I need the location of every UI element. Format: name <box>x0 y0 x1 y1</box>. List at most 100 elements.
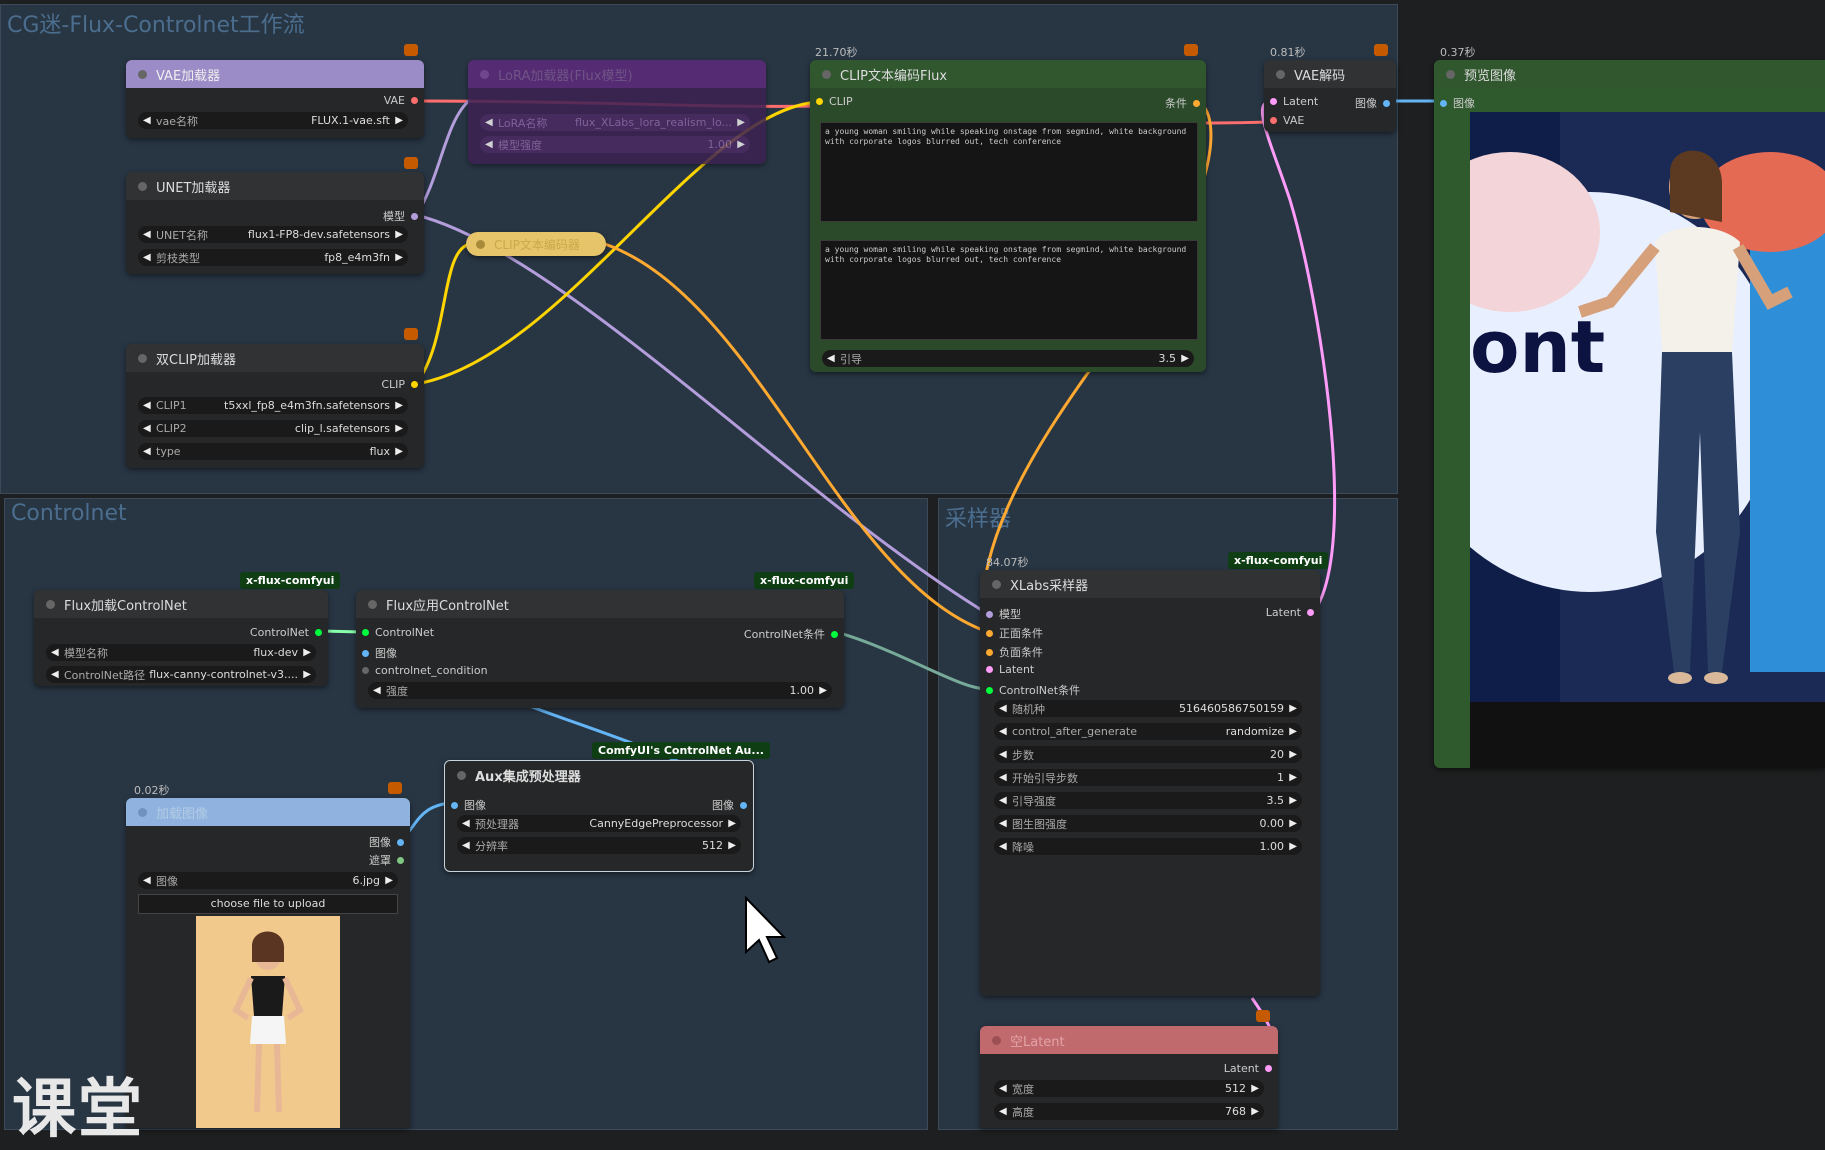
port-dot-icon[interactable] <box>831 630 838 638</box>
widget-unet-name[interactable]: ◀ UNET名称 flux1-FP8-dev.safetensors ▶ <box>138 226 408 243</box>
widget-clip2[interactable]: ◀ CLIP2 clip_l.safetensors ▶ <box>138 420 408 437</box>
port-dot-icon[interactable] <box>397 838 404 846</box>
vae-decode-header[interactable]: VAE解码 <box>1264 60 1396 88</box>
output-port-image[interactable]: 图像 <box>1355 95 1390 111</box>
output-port-vae[interactable]: VAE <box>384 94 418 107</box>
widget-width[interactable]: ◀ 宽度 512 ▶ <box>994 1080 1264 1097</box>
arrow-right-icon[interactable]: ▶ <box>385 875 393 886</box>
collapse-dot-icon[interactable] <box>457 770 466 780</box>
flux-apply-cn-header[interactable]: Flux应用ControlNet <box>356 590 844 618</box>
collapse-dot-icon[interactable] <box>368 599 377 609</box>
lora-loader-header[interactable]: LoRA加载器(Flux模型) <box>468 60 766 88</box>
empty-latent-node[interactable]: 空Latent Latent ◀ 宽度 512 ▶ ◀ 高度 768 ▶ <box>980 1026 1278 1128</box>
unet-loader-node[interactable]: UNET加载器 模型 ◀ UNET名称 flux1-FP8-dev.safetens… <box>126 172 424 274</box>
clip-text-encoder-collapsed[interactable]: CLIP文本编码器 <box>466 232 606 256</box>
arrow-left-icon[interactable]: ◀ <box>999 1083 1007 1094</box>
arrow-left-icon[interactable]: ◀ <box>485 139 493 150</box>
widget-model-name[interactable]: ◀ 模型名称 flux-dev ▶ <box>46 644 316 661</box>
vae-loader-header[interactable]: VAE加载器 <box>126 60 424 88</box>
output-port-mask[interactable]: 遮罩 <box>369 852 404 868</box>
input-port-positive[interactable]: 正面条件 <box>986 625 1043 641</box>
arrow-left-icon[interactable]: ◀ <box>999 772 1007 783</box>
arrow-left-icon[interactable]: ◀ <box>999 703 1007 714</box>
clip-text-flux-header[interactable]: CLIP文本编码Flux <box>810 60 1206 88</box>
widget-timestep-to-start-cfg[interactable]: ◀ 开始引导步数 1 ▶ <box>994 769 1302 786</box>
unet-loader-header[interactable]: UNET加载器 <box>126 172 424 200</box>
input-port-model[interactable]: 模型 <box>986 606 1021 622</box>
load-image-header[interactable]: 加载图像 <box>126 798 410 826</box>
port-dot-icon[interactable] <box>986 666 993 673</box>
arrow-right-icon[interactable]: ▶ <box>737 117 745 128</box>
collapse-dot-icon[interactable] <box>138 353 147 363</box>
xlabs-sampler-header[interactable]: XLabs采样器 <box>980 570 1320 598</box>
input-port-negative[interactable]: 负面条件 <box>986 644 1043 660</box>
arrow-right-icon[interactable]: ▶ <box>395 423 403 434</box>
input-port-image[interactable]: 图像 <box>451 797 486 813</box>
output-port-image[interactable]: 图像 <box>369 834 404 850</box>
arrow-right-icon[interactable]: ▶ <box>395 446 403 457</box>
arrow-left-icon[interactable]: ◀ <box>462 840 470 851</box>
port-dot-icon[interactable] <box>411 381 418 388</box>
flux-load-cn-header[interactable]: Flux加载ControlNet <box>34 590 328 618</box>
aux-header[interactable]: Aux集成预处理器 <box>445 761 753 789</box>
output-port-controlnet-cond[interactable]: ControlNet条件 <box>744 626 838 642</box>
port-dot-icon[interactable] <box>986 686 993 694</box>
port-dot-icon[interactable] <box>362 667 369 674</box>
port-dot-icon[interactable] <box>397 856 404 864</box>
arrow-right-icon[interactable]: ▶ <box>1289 703 1297 714</box>
arrow-left-icon[interactable]: ◀ <box>999 795 1007 806</box>
port-dot-icon[interactable] <box>816 98 823 105</box>
widget-guidance[interactable]: ◀ 引导 3.5 ▶ <box>822 350 1194 367</box>
port-dot-icon[interactable] <box>986 648 993 656</box>
widget-image-to-image-strength[interactable]: ◀ 图生图强度 0.00 ▶ <box>994 815 1302 832</box>
dual-clip-header[interactable]: 双CLIP加载器 <box>126 344 424 372</box>
widget-denoise[interactable]: ◀ 降噪 1.00 ▶ <box>994 838 1302 855</box>
port-dot-icon[interactable] <box>1383 99 1390 107</box>
input-port-clip[interactable]: CLIP <box>816 95 853 108</box>
loaded-image-thumbnail[interactable] <box>196 916 340 1128</box>
vae-decode-node[interactable]: VAE解码 Latent VAE 图像 <box>1264 60 1396 132</box>
port-dot-icon[interactable] <box>362 629 369 636</box>
arrow-left-icon[interactable]: ◀ <box>51 669 59 680</box>
arrow-left-icon[interactable]: ◀ <box>999 841 1007 852</box>
arrow-right-icon[interactable]: ▶ <box>1181 353 1189 364</box>
xlabs-sampler-node[interactable]: XLabs采样器 模型 正面条件 负面条件 Latent ControlNet条… <box>980 570 1320 996</box>
port-dot-icon[interactable] <box>411 212 418 220</box>
aux-preprocessor-node[interactable]: Aux集成预处理器 图像 图像 ◀ 预处理器 CannyEdgePreprocess… <box>444 760 754 872</box>
port-dot-icon[interactable] <box>986 629 993 637</box>
port-dot-icon[interactable] <box>1440 99 1447 107</box>
collapse-dot-icon[interactable] <box>992 579 1001 589</box>
port-dot-icon[interactable] <box>1307 609 1314 616</box>
collapse-dot-icon[interactable] <box>992 1035 1001 1045</box>
arrow-left-icon[interactable]: ◀ <box>999 818 1007 829</box>
arrow-left-icon[interactable]: ◀ <box>462 818 470 829</box>
collapse-dot-icon[interactable] <box>138 181 147 191</box>
arrow-left-icon[interactable]: ◀ <box>143 875 151 886</box>
widget-control-after-generate[interactable]: ◀ control_after_generate randomize ▶ <box>994 723 1302 740</box>
output-port-latent[interactable]: Latent <box>1266 606 1314 619</box>
port-dot-icon[interactable] <box>1265 1065 1272 1072</box>
arrow-left-icon[interactable]: ◀ <box>373 685 381 696</box>
arrow-right-icon[interactable]: ▶ <box>395 400 403 411</box>
arrow-right-icon[interactable]: ▶ <box>728 818 736 829</box>
load-image-node[interactable]: 加载图像 图像 遮罩 ◀ 图像 6.jpg ▶ choose file to uplo… <box>126 798 410 1128</box>
output-port-model[interactable]: 模型 <box>383 208 418 224</box>
arrow-right-icon[interactable]: ▶ <box>1289 772 1297 783</box>
arrow-right-icon[interactable]: ▶ <box>303 647 311 658</box>
arrow-right-icon[interactable]: ▶ <box>395 229 403 240</box>
arrow-left-icon[interactable]: ◀ <box>143 400 151 411</box>
collapse-dot-icon[interactable] <box>476 239 485 249</box>
collapse-dot-icon[interactable] <box>480 69 489 79</box>
preview-generated-image[interactable]: ont <box>1470 112 1825 768</box>
widget-weight-dtype[interactable]: ◀ 剪枝类型 fp8_e4m3fn ▶ <box>138 249 408 266</box>
preview-image-node[interactable]: 预览图像 图像 ont <box>1434 60 1825 768</box>
port-dot-icon[interactable] <box>411 97 418 104</box>
arrow-right-icon[interactable]: ▶ <box>1289 841 1297 852</box>
output-port-conditioning[interactable]: 条件 <box>1165 95 1200 111</box>
arrow-right-icon[interactable]: ▶ <box>395 252 403 263</box>
output-port-controlnet[interactable]: ControlNet <box>250 626 322 639</box>
input-port-controlnet[interactable]: ControlNet <box>362 626 434 639</box>
arrow-left-icon[interactable]: ◀ <box>143 252 151 263</box>
port-dot-icon[interactable] <box>986 610 993 618</box>
widget-controlnet-path[interactable]: ◀ ControlNet路径 flux-canny-controlnet-v3...… <box>46 666 316 683</box>
